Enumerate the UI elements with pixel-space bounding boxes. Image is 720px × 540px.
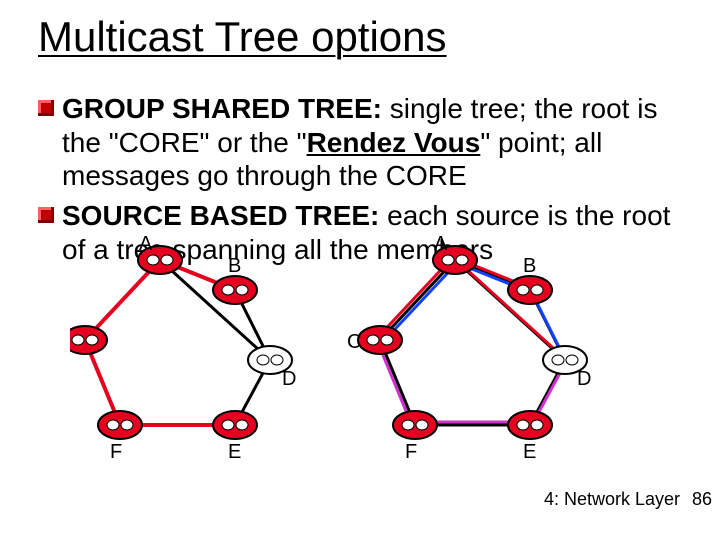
footer-text: 4: Network Layer bbox=[544, 489, 680, 510]
node-B: B bbox=[508, 255, 552, 304]
label-D: D bbox=[577, 368, 591, 390]
node-F: F bbox=[393, 411, 437, 460]
node-A: A bbox=[138, 233, 182, 274]
label-B: B bbox=[228, 255, 241, 277]
left-graph: A B C bbox=[70, 233, 296, 460]
diagram-container: A B C bbox=[70, 230, 640, 460]
node-F: F bbox=[98, 411, 142, 460]
node-E: E bbox=[508, 411, 552, 460]
bullet-1: GROUP SHARED TREE: single tree; the root… bbox=[38, 92, 682, 193]
node-D: D bbox=[248, 346, 296, 390]
label-F: F bbox=[405, 441, 417, 460]
page-number: 86 bbox=[678, 489, 720, 510]
node-B: B bbox=[213, 255, 257, 304]
bullet-1-text: GROUP SHARED TREE: single tree; the root… bbox=[62, 92, 682, 193]
label-C: C bbox=[347, 331, 361, 353]
bullet-marker-icon bbox=[38, 207, 54, 223]
label-A: A bbox=[434, 233, 448, 255]
node-C: C bbox=[347, 326, 402, 354]
label-E: E bbox=[228, 441, 241, 460]
bullet-1-rendezvous: Rendez Vous bbox=[307, 127, 481, 158]
node-C: C bbox=[70, 326, 107, 354]
bullet-marker-icon bbox=[38, 100, 54, 116]
bullet-2-strong: SOURCE BASED TREE: bbox=[62, 200, 379, 231]
label-D: D bbox=[282, 368, 296, 390]
label-A: A bbox=[139, 233, 153, 255]
bullet-1-strong: GROUP SHARED TREE: bbox=[62, 93, 382, 124]
label-E: E bbox=[523, 441, 536, 460]
label-B: B bbox=[523, 255, 536, 277]
right-graph: A B C bbox=[347, 233, 591, 460]
node-D: D bbox=[543, 346, 591, 390]
slide: Multicast Tree options GROUP SHARED TREE… bbox=[0, 0, 720, 540]
node-A: A bbox=[433, 233, 477, 274]
label-F: F bbox=[110, 441, 122, 460]
slide-title: Multicast Tree options bbox=[38, 14, 682, 60]
node-E: E bbox=[213, 411, 257, 460]
multicast-diagrams: A B C bbox=[70, 230, 640, 460]
